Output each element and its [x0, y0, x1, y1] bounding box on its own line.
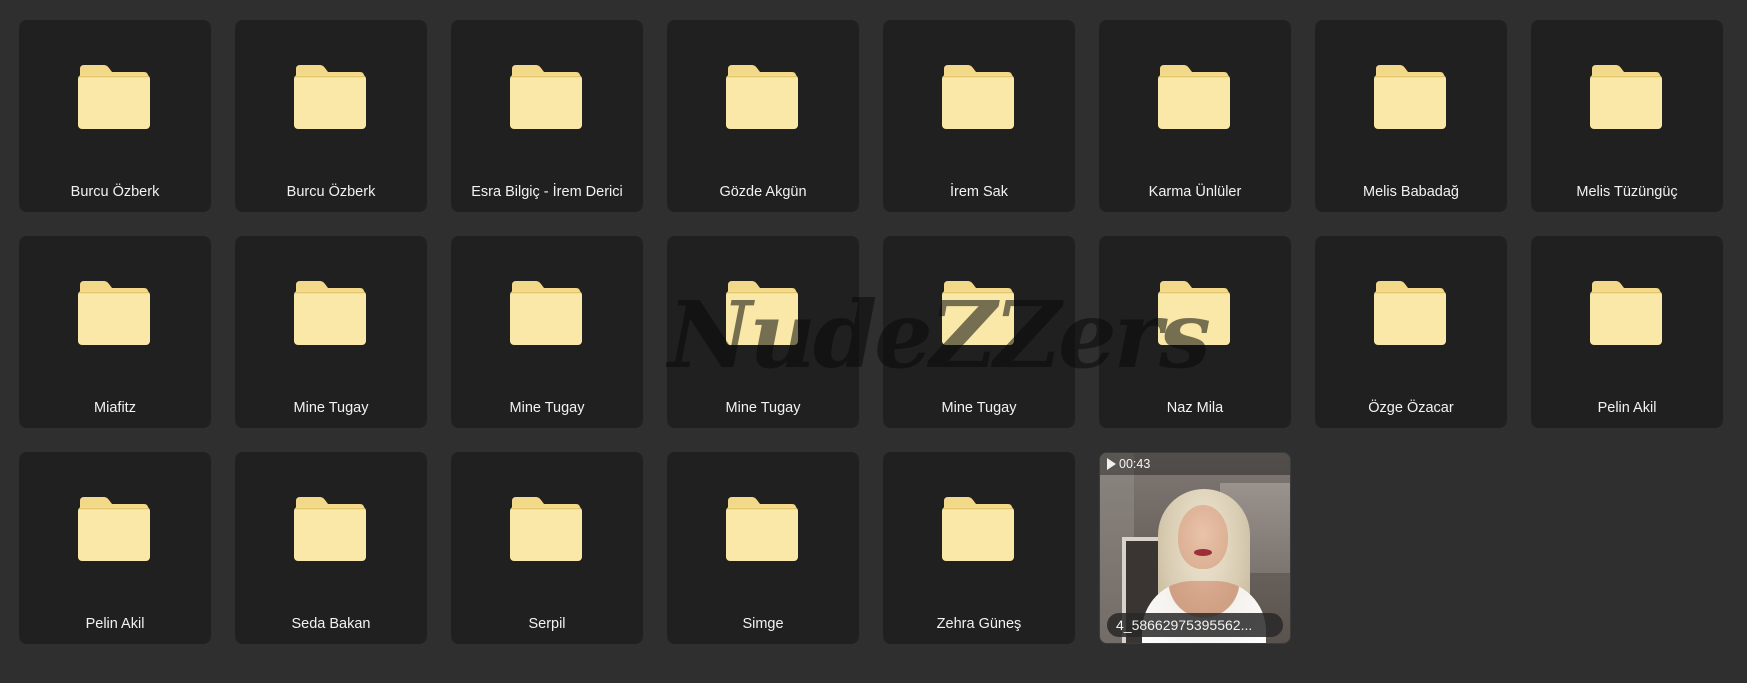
video-thumbnail-person [1194, 549, 1212, 556]
folder-name: Zehra Güneş [936, 616, 1022, 632]
play-icon [1107, 458, 1116, 470]
folder-tile[interactable]: Miafitz [19, 236, 211, 428]
folder-tile[interactable]: Esra Bilgiç - İrem Derici [451, 20, 643, 212]
folder-icon [941, 280, 1015, 346]
folder-icon [725, 64, 799, 130]
folder-name: Gözde Akgün [719, 184, 807, 200]
video-filename: 4_58662975395562... [1107, 613, 1283, 637]
folder-icon [941, 64, 1015, 130]
folder-icon [77, 64, 151, 130]
folder-name: Burcu Özberk [70, 184, 160, 200]
folder-icon [1589, 64, 1663, 130]
folder-icon [77, 280, 151, 346]
folder-icon [77, 496, 151, 562]
folder-name: Mine Tugay [509, 400, 585, 416]
folder-name: Miafitz [94, 400, 136, 416]
folder-name: Simge [742, 616, 784, 632]
video-info-bar: 00:43 [1100, 453, 1290, 475]
folder-name: Burcu Özberk [286, 184, 376, 200]
folder-tile[interactable]: Özge Özacar [1315, 236, 1507, 428]
folder-tile[interactable]: Karma Ünlüler [1099, 20, 1291, 212]
folder-name: Serpil [528, 616, 566, 632]
folder-name: Mine Tugay [725, 400, 801, 416]
folder-icon [293, 496, 367, 562]
folder-tile[interactable]: Zehra Güneş [883, 452, 1075, 644]
folder-name: Özge Özacar [1368, 400, 1454, 416]
folder-tile[interactable]: Naz Mila [1099, 236, 1291, 428]
folder-icon [509, 64, 583, 130]
folder-icon [1373, 64, 1447, 130]
video-thumbnail-person [1178, 505, 1228, 569]
folder-tile[interactable]: Mine Tugay [451, 236, 643, 428]
folder-name: Pelin Akil [85, 616, 145, 632]
folder-tile[interactable]: Pelin Akil [1531, 236, 1723, 428]
folder-tile[interactable]: Burcu Özberk [19, 20, 211, 212]
folder-icon [509, 496, 583, 562]
folder-name: Esra Bilgiç - İrem Derici [471, 184, 623, 200]
folder-tile[interactable]: Pelin Akil [19, 452, 211, 644]
folder-name: Melis Tüzüngüç [1576, 184, 1678, 200]
folder-name: Melis Babadağ [1363, 184, 1459, 200]
folder-name: Karma Ünlüler [1148, 184, 1242, 200]
folder-tile[interactable]: Melis Tüzüngüç [1531, 20, 1723, 212]
folder-tile[interactable]: Mine Tugay [883, 236, 1075, 428]
folder-name: Pelin Akil [1597, 400, 1657, 416]
folder-name: İrem Sak [949, 184, 1008, 200]
file-browser-page: Burcu Özberk Burcu Özberk Esra Bilgiç - … [0, 0, 1747, 683]
folder-tile[interactable]: Burcu Özberk [235, 20, 427, 212]
folder-name: Naz Mila [1166, 400, 1224, 416]
folder-tile[interactable]: Serpil [451, 452, 643, 644]
folder-icon [293, 64, 367, 130]
folder-name: Mine Tugay [941, 400, 1017, 416]
folder-tile[interactable]: Mine Tugay [667, 236, 859, 428]
video-duration: 00:43 [1119, 457, 1151, 471]
file-grid: Burcu Özberk Burcu Özberk Esra Bilgiç - … [19, 20, 1723, 644]
folder-tile[interactable]: Gözde Akgün [667, 20, 859, 212]
folder-tile[interactable]: Melis Babadağ [1315, 20, 1507, 212]
folder-icon [725, 280, 799, 346]
folder-name: Mine Tugay [293, 400, 369, 416]
folder-icon [1157, 280, 1231, 346]
folder-tile[interactable]: Seda Bakan [235, 452, 427, 644]
folder-icon [1373, 280, 1447, 346]
folder-icon [293, 280, 367, 346]
folder-name: Seda Bakan [291, 616, 371, 632]
folder-tile[interactable]: İrem Sak [883, 20, 1075, 212]
video-tile[interactable]: 00:43 4_58662975395562... [1099, 452, 1291, 644]
folder-icon [941, 496, 1015, 562]
folder-tile[interactable]: Mine Tugay [235, 236, 427, 428]
folder-icon [509, 280, 583, 346]
folder-icon [1589, 280, 1663, 346]
folder-icon [725, 496, 799, 562]
folder-icon [1157, 64, 1231, 130]
folder-tile[interactable]: Simge [667, 452, 859, 644]
